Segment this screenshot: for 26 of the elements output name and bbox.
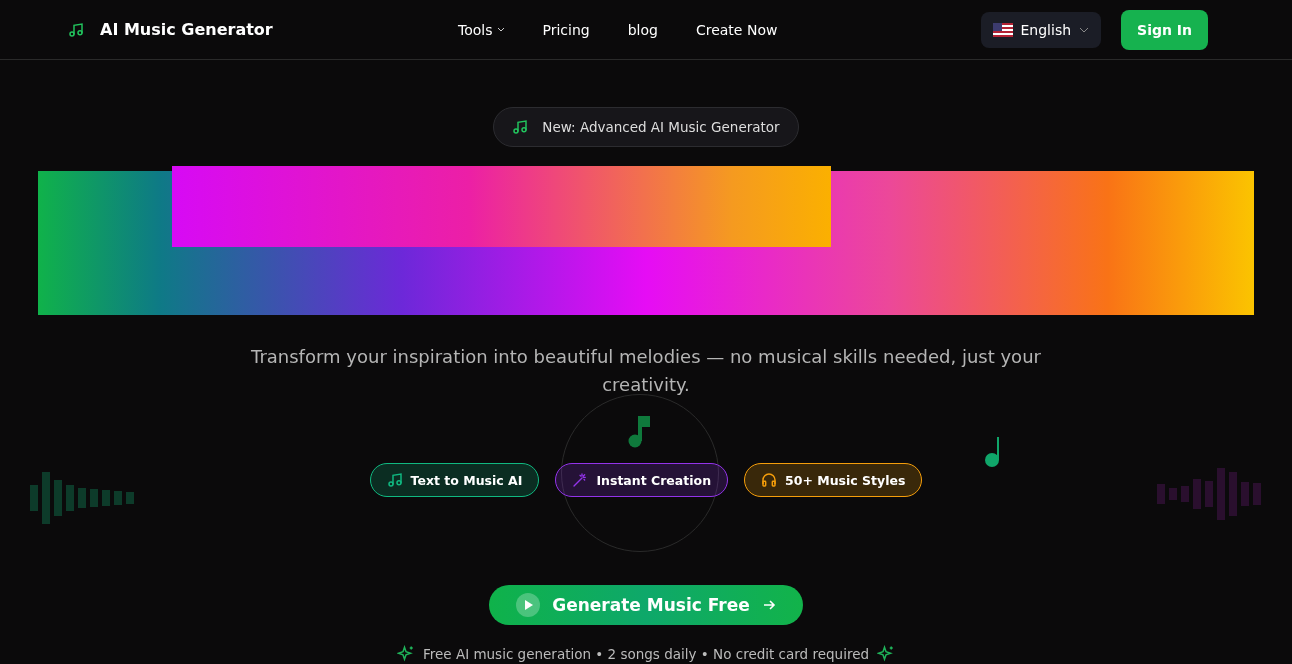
sparkle-icon	[396, 645, 415, 663]
chevron-down-icon	[496, 26, 505, 33]
logo-music-icon	[68, 21, 84, 38]
announcement-text: New: Advanced AI Music Generator	[542, 119, 780, 135]
chevron-down-icon	[1079, 26, 1090, 33]
hero-subtitle: Transform your inspiration into beautiful melodies — no musical skills needed, just your creativity.	[250, 345, 1042, 397]
arrow-right-icon	[761, 598, 776, 612]
language-selector[interactable]: English	[980, 11, 1102, 48]
music-notes-icon	[512, 119, 529, 135]
flag-icon	[992, 22, 1013, 37]
play-icon	[516, 593, 541, 617]
feature-label: 50+ Music Styles	[785, 472, 906, 488]
feature-label: Instant Creation	[596, 472, 712, 488]
brand-name: AI Music Generator	[100, 20, 273, 39]
nav-link[interactable]: blog	[627, 21, 658, 38]
feature-label: Text to Music AI	[410, 472, 523, 488]
music-note-icon	[984, 436, 1002, 468]
music-note-icon	[628, 416, 650, 448]
sparkle-icon	[877, 645, 896, 663]
magic-wand-icon	[572, 472, 589, 488]
headphones-icon	[761, 472, 778, 488]
music-notes-icon	[386, 472, 403, 488]
nav-link[interactable]: Create Now	[695, 21, 778, 38]
nav-link[interactable]: Pricing	[542, 21, 590, 38]
nav-link[interactable]: Tools	[458, 21, 505, 38]
footnote-text: Free AI music generation • 2 songs daily • No credit card required	[422, 646, 870, 662]
